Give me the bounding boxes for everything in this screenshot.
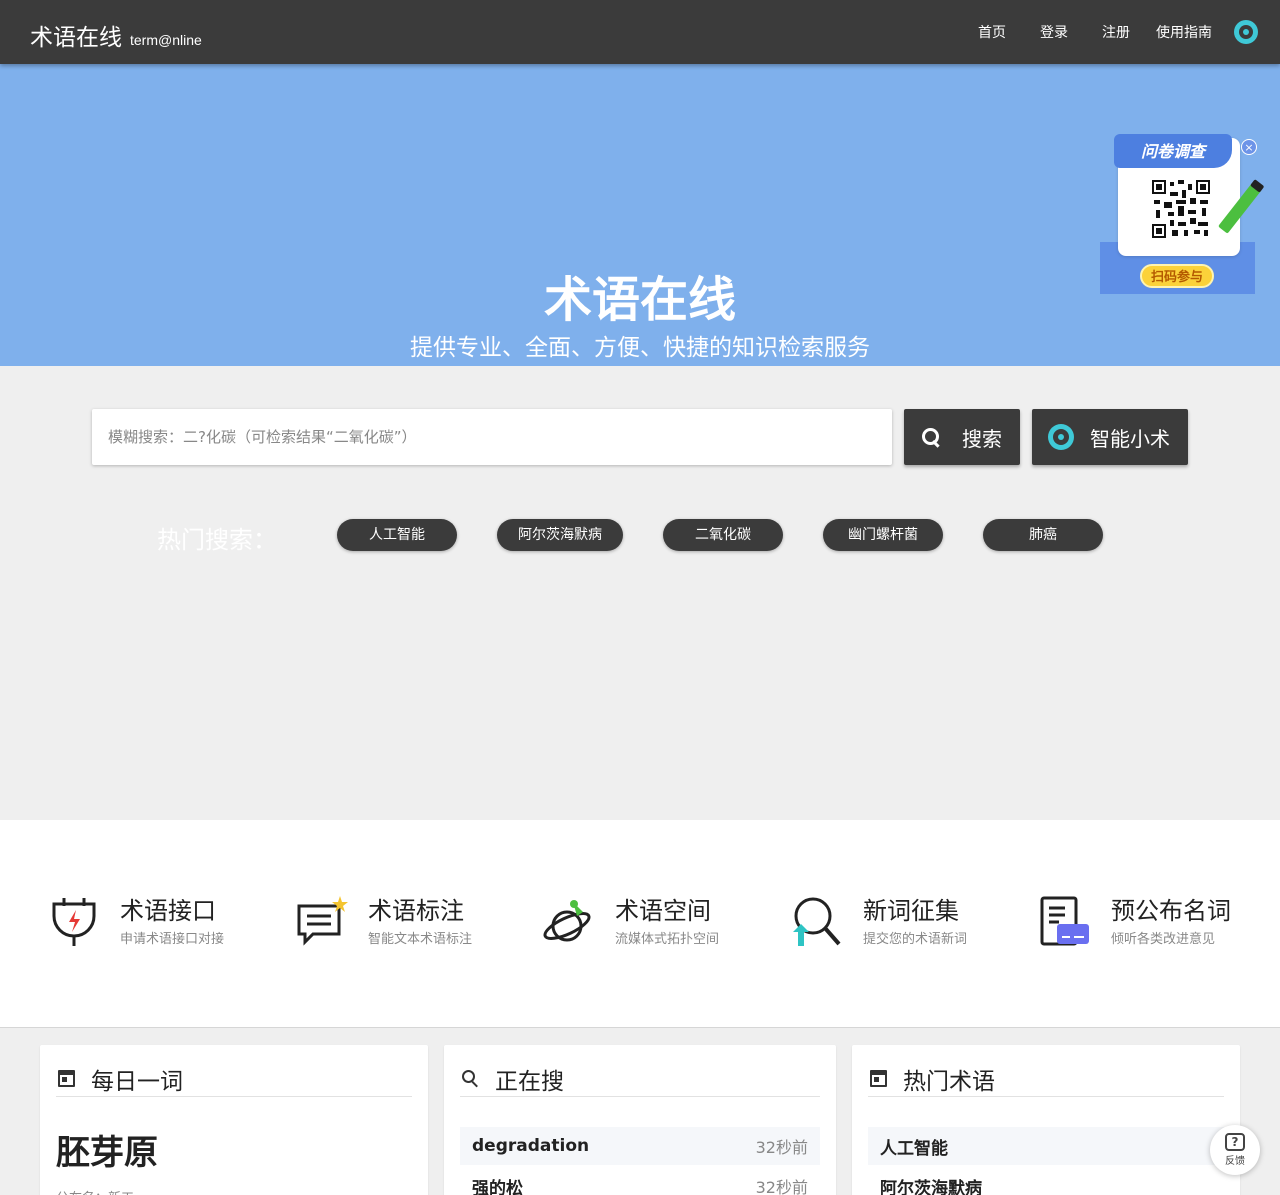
feature-desc: 提交您的术语新词 <box>863 932 968 947</box>
panel-header: 热门术语 <box>868 1061 1224 1097</box>
survey-title: 问卷调查 <box>1114 134 1232 168</box>
logo-english-text: term@nline <box>130 32 202 48</box>
smart-assistant-icon[interactable] <box>1234 20 1258 44</box>
calendar-icon <box>58 1070 75 1087</box>
hot-terms-panel: 热门术语 人工智能 阿尔茨海默病 <box>852 1045 1240 1195</box>
site-logo[interactable]: 术语在线 term@nline <box>30 18 202 52</box>
feature-desc: 倾听各类改进意见 <box>1111 932 1216 947</box>
search-button[interactable]: 搜索 <box>904 409 1020 465</box>
qr-code-icon <box>1150 178 1212 240</box>
calendar-icon <box>870 1070 887 1087</box>
hot-tag[interactable]: 阿尔茨海默病 <box>497 519 623 551</box>
chat-star-icon <box>297 896 348 946</box>
nav-guide-link[interactable]: 使用指南 <box>1156 22 1212 42</box>
hero-title: 术语在线 <box>543 272 736 328</box>
feedback-label: 反馈 <box>1225 1156 1245 1167</box>
feature-title: 术语接口 <box>120 897 216 925</box>
search-input[interactable] <box>92 409 892 465</box>
hot-tag[interactable]: 二氧化碳 <box>663 519 783 551</box>
feature-new-words[interactable]: 新词征集 提交您的术语新词 <box>791 896 967 952</box>
feature-desc: 申请术语接口对接 <box>120 932 225 947</box>
list-item[interactable]: 人工智能 <box>868 1127 1224 1165</box>
hot-tag[interactable]: 人工智能 <box>337 519 457 551</box>
nav-register-link[interactable]: 注册 <box>1102 22 1130 42</box>
document-icon <box>1040 896 1089 946</box>
hot-tag[interactable]: 幽门螺杆菌 <box>823 519 943 551</box>
list-item[interactable]: 阿尔茨海默病 <box>868 1167 1224 1195</box>
logo-chinese-text: 术语在线 <box>30 25 122 51</box>
list-item-time: 32秒前 <box>755 1178 808 1195</box>
feature-strip: 术语接口 申请术语接口对接 术语标注 智能文本术语标注 术语空间 流媒体式拓扑空… <box>0 820 1280 1028</box>
feature-title: 术语空间 <box>615 897 711 925</box>
feature-term-space[interactable]: 术语空间 流媒体式拓扑空间 <box>543 896 719 952</box>
search-icon <box>462 1070 479 1087</box>
list-item-term: 阿尔茨海默病 <box>880 1178 982 1195</box>
planet-icon <box>543 900 591 942</box>
feature-desc: 流媒体式拓扑空间 <box>615 932 720 947</box>
magnifier-upload-icon <box>793 897 841 946</box>
hot-tag[interactable]: 肺癌 <box>983 519 1103 551</box>
feature-pre-published-terms[interactable]: 预公布名词 倾听各类改进意见 <box>1039 896 1231 952</box>
feature-title: 术语标注 <box>368 897 464 925</box>
panel-title: 正在搜 <box>495 1068 564 1095</box>
feature-term-api[interactable]: 术语接口 申请术语接口对接 <box>48 896 224 952</box>
top-navigation-bar: 术语在线 term@nline 首页 登录 注册 使用指南 <box>0 0 1280 64</box>
panel-header: 每日一词 <box>56 1061 412 1097</box>
feature-title: 新词征集 <box>863 897 959 925</box>
feature-term-annotation[interactable]: 术语标注 智能文本术语标注 <box>296 896 472 952</box>
panel-header: 正在搜 <box>460 1061 820 1097</box>
survey-popup[interactable]: 问卷调查 × 扫码参与 <box>1100 130 1262 296</box>
feedback-button[interactable]: ? 反馈 <box>1210 1125 1260 1175</box>
list-item-time: 32秒前 <box>755 1138 808 1157</box>
panel-title: 每日一词 <box>91 1068 183 1095</box>
smart-assistant-button[interactable]: 智能小术 <box>1032 409 1188 465</box>
smart-button-label: 智能小术 <box>1090 426 1170 451</box>
survey-scan-button[interactable]: 扫码参与 <box>1140 264 1214 288</box>
daily-word-panel: 每日一词 胚芽原 公布名：新工 <box>40 1045 428 1195</box>
list-item[interactable]: 强的松 32秒前 <box>460 1167 820 1195</box>
list-item-term: 人工智能 <box>880 1138 948 1159</box>
nav-home-link[interactable]: 首页 <box>978 22 1006 42</box>
assistant-icon <box>1048 424 1074 450</box>
search-button-label: 搜索 <box>962 426 1002 451</box>
question-icon: ? <box>1225 1133 1245 1151</box>
plug-icon <box>52 898 96 946</box>
main-nav: 首页 登录 注册 使用指南 <box>978 0 1280 64</box>
panel-title: 热门术语 <box>903 1068 995 1095</box>
search-icon <box>922 428 940 446</box>
daily-word-sub: 公布名：新工 <box>56 1187 134 1195</box>
survey-close-button[interactable]: × <box>1241 139 1257 155</box>
feature-desc: 智能文本术语标注 <box>368 932 473 947</box>
hero-subtitle: 提供专业、全面、方便、快捷的知识检索服务 <box>410 335 870 361</box>
now-searching-panel: 正在搜 degradation 32秒前 强的松 32秒前 <box>444 1045 836 1195</box>
list-item[interactable]: degradation 32秒前 <box>460 1127 820 1165</box>
list-item-term: 强的松 <box>472 1178 523 1195</box>
list-item-term: degradation <box>472 1136 590 1156</box>
hero-banner: 术语在线 提供专业、全面、方便、快捷的知识检索服务 <box>0 64 1280 366</box>
feature-title: 预公布名词 <box>1111 897 1231 925</box>
hot-search-label: 热门搜索： <box>157 526 277 554</box>
nav-login-link[interactable]: 登录 <box>1040 22 1068 42</box>
daily-word[interactable]: 胚芽原 <box>56 1125 158 1174</box>
